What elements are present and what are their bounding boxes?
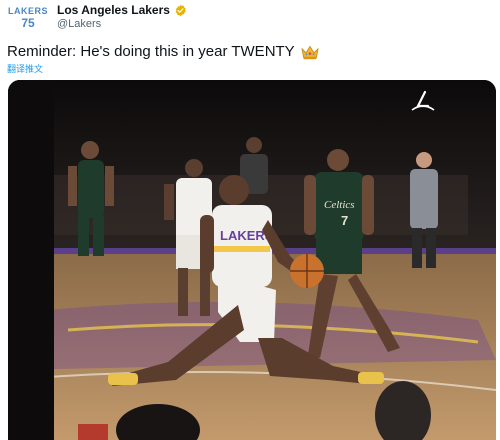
tweet-header: LAKERS 75 Los Angeles Lakers @Lakers xyxy=(0,0,500,36)
crown-emoji-icon xyxy=(301,45,319,59)
video-frame: Celtics 7 LAKERS xyxy=(8,80,496,440)
opponent-jersey-text: Celtics xyxy=(324,199,355,211)
handle[interactable]: @Lakers xyxy=(57,18,101,30)
tweet-text: Reminder: He's doing this in year TWENTY xyxy=(7,43,320,60)
display-name[interactable]: Los Angeles Lakers xyxy=(57,3,170,17)
tweet-text-content: Reminder: He's doing this in year TWENTY xyxy=(7,43,295,60)
verified-badge-icon xyxy=(175,4,186,16)
avatar-text-line1: LAKERS xyxy=(7,6,48,16)
lakers-brand-logo xyxy=(411,90,435,111)
tweet-media-video[interactable]: Celtics 7 LAKERS xyxy=(8,80,496,440)
translate-tweet-link[interactable]: 翻译推文 xyxy=(7,62,43,75)
video-left-border xyxy=(8,80,54,440)
avatar[interactable]: LAKERS 75 xyxy=(6,4,50,32)
opponent-jersey-number: 7 xyxy=(341,213,348,228)
avatar-text-line2: 75 xyxy=(21,16,35,30)
name-row: Los Angeles Lakers xyxy=(57,3,187,17)
